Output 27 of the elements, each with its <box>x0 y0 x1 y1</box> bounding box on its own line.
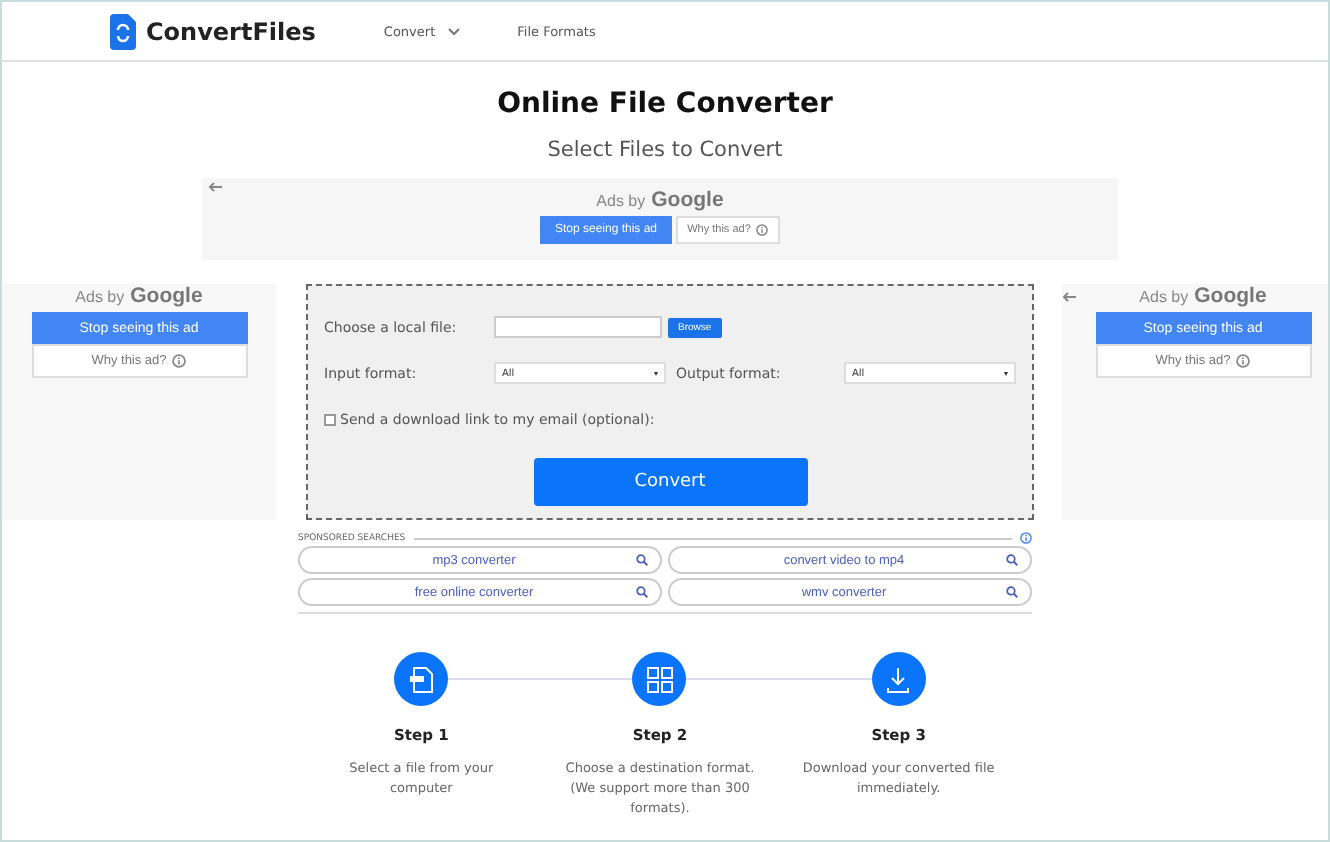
page-title: Online File Converter <box>495 88 835 120</box>
search-icon <box>636 554 648 566</box>
ads-by-label: Ads by <box>75 288 125 306</box>
email-checkbox[interactable] <box>324 413 336 425</box>
ads-by-label: Ads by <box>596 192 646 210</box>
google-label: Google <box>651 188 724 212</box>
ads-by-label: Ads by <box>1139 288 1189 306</box>
brand-name[interactable]: ConvertFiles <box>146 17 316 45</box>
page-subtitle: Select Files to Convert <box>545 138 785 162</box>
search-icon <box>1006 586 1018 598</box>
info-icon[interactable] <box>1020 532 1032 544</box>
file-input-field[interactable] <box>494 316 662 338</box>
step-icon <box>871 652 926 706</box>
google-label: Google <box>1194 284 1267 308</box>
search-icon <box>1006 554 1018 566</box>
info-icon <box>756 224 769 236</box>
back-arrow-icon[interactable] <box>1062 292 1076 302</box>
google-label: Google <box>130 284 203 308</box>
step-icon <box>632 652 687 706</box>
caret-icon <box>447 27 460 35</box>
info-icon <box>1236 354 1251 368</box>
info-icon <box>172 354 187 368</box>
step-icon <box>394 652 449 706</box>
convert-button[interactable]: Convert <box>533 458 807 506</box>
logo-icon <box>110 13 136 49</box>
back-arrow-icon[interactable] <box>208 182 222 192</box>
search-icon <box>636 586 648 598</box>
